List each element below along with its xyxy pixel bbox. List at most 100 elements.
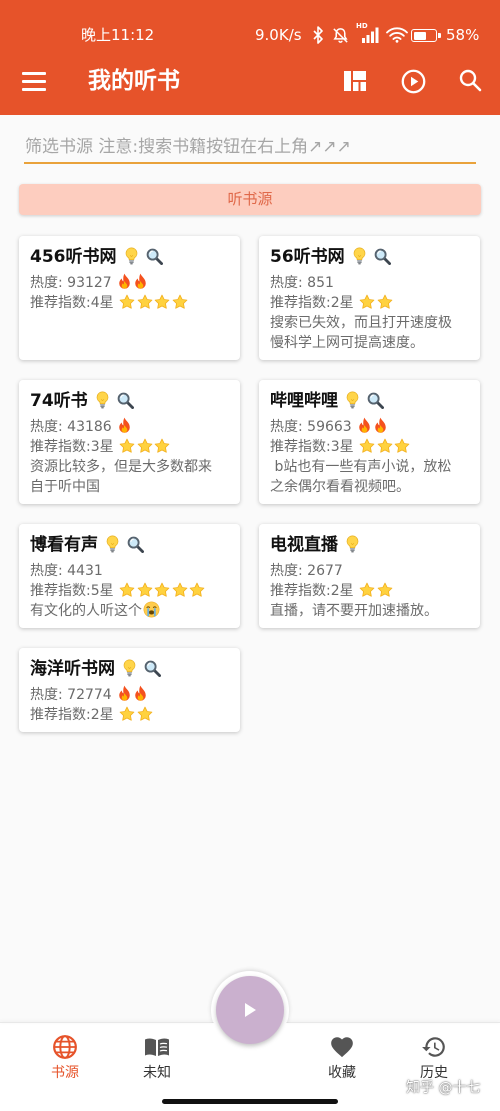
source-name: 博看有声 bbox=[30, 535, 98, 555]
source-name: 456听书网 bbox=[30, 247, 117, 267]
star-icon bbox=[154, 294, 170, 310]
source-name: 74听书 bbox=[30, 391, 88, 411]
lightbulb-icon bbox=[345, 535, 360, 553]
fire-icon bbox=[373, 417, 388, 434]
star-icon bbox=[119, 294, 135, 310]
source-rating: 推荐指数:2星 bbox=[30, 705, 220, 725]
heat-value: 热度: 43186 bbox=[30, 419, 112, 435]
source-title-row: 海洋听书网 bbox=[30, 657, 220, 681]
star-icon bbox=[394, 438, 410, 454]
magnifier-icon bbox=[146, 248, 163, 265]
source-rating: 推荐指数:4星 bbox=[30, 293, 220, 313]
play-circle-icon[interactable] bbox=[400, 68, 426, 94]
history-icon bbox=[421, 1034, 447, 1060]
star-icon bbox=[172, 582, 188, 598]
nav-label: 书源 bbox=[51, 1065, 79, 1081]
star-icon bbox=[359, 582, 375, 598]
home-indicator[interactable] bbox=[162, 1099, 338, 1104]
fire-icon bbox=[117, 273, 132, 290]
source-card[interactable]: 哔哩哔哩 热度: 59663 推荐指数:3星 b站也有一些有声小说，放松之余偶尔看看… bbox=[259, 380, 480, 504]
heat-fire-marks bbox=[356, 417, 388, 437]
nav-item-favorites[interactable]: 收藏 bbox=[302, 1034, 382, 1086]
battery-icon bbox=[411, 29, 437, 42]
source-heat: 热度: 851 bbox=[270, 273, 460, 293]
source-heat: 热度: 2677 bbox=[270, 561, 460, 581]
source-title-row: 博看有声 bbox=[30, 533, 220, 557]
source-name: 56听书网 bbox=[270, 247, 345, 267]
star-icon bbox=[119, 438, 135, 454]
magnifier-icon bbox=[117, 392, 134, 409]
heat-value: 热度: 2677 bbox=[270, 563, 343, 579]
globe-icon bbox=[52, 1034, 78, 1060]
source-name: 电视直播 bbox=[270, 535, 338, 555]
heat-value: 热度: 59663 bbox=[270, 419, 352, 435]
source-heat: 热度: 4431 bbox=[30, 561, 220, 581]
source-title-row: 哔哩哔哩 bbox=[270, 389, 460, 413]
source-description: 直播，请不要开加速播放。 bbox=[270, 601, 460, 621]
star-icon bbox=[154, 438, 170, 454]
star-icon bbox=[377, 294, 393, 310]
source-card[interactable]: 电视直播热度: 2677 推荐指数:2星直播，请不要开加速播放。 bbox=[259, 524, 480, 628]
fire-icon bbox=[357, 417, 372, 434]
rating-value: 推荐指数:4星 bbox=[30, 295, 114, 311]
play-button[interactable] bbox=[216, 976, 284, 1044]
magnifier-icon bbox=[144, 660, 161, 677]
star-icon bbox=[137, 706, 153, 722]
source-description: 有文化的人听这个 bbox=[30, 601, 220, 621]
nav-item-unknown[interactable]: 未知 bbox=[117, 1034, 197, 1086]
source-title-row: 56听书网 bbox=[270, 245, 460, 269]
rating-stars bbox=[358, 437, 411, 457]
heart-icon bbox=[329, 1034, 355, 1060]
lightbulb-icon bbox=[352, 247, 367, 265]
lightbulb-icon bbox=[124, 247, 139, 265]
listen-source-button[interactable]: 听书源 bbox=[19, 184, 481, 215]
source-title-row: 456听书网 bbox=[30, 245, 220, 269]
nav-label: 收藏 bbox=[328, 1065, 356, 1081]
source-card[interactable]: 海洋听书网 热度: 72774 推荐指数:2星 bbox=[19, 648, 240, 732]
source-filter-input[interactable] bbox=[24, 132, 476, 164]
search-icon[interactable] bbox=[457, 67, 483, 93]
rating-value: 推荐指数:3星 bbox=[30, 439, 114, 455]
source-card[interactable]: 456听书网热度: 93127 推荐指数:4星 bbox=[19, 236, 240, 360]
source-heat: 热度: 59663 bbox=[270, 417, 460, 437]
star-icon bbox=[189, 582, 205, 598]
magnifier-icon bbox=[367, 392, 384, 409]
rating-stars bbox=[118, 581, 206, 601]
star-icon bbox=[377, 438, 393, 454]
star-icon bbox=[137, 294, 153, 310]
heat-fire-marks bbox=[116, 685, 148, 705]
star-icon bbox=[172, 294, 188, 310]
star-icon bbox=[377, 582, 393, 598]
rating-value: 推荐指数:2星 bbox=[270, 583, 354, 599]
nav-divider bbox=[0, 1022, 214, 1023]
source-card[interactable]: 博看有声热度: 4431 推荐指数:5星有文化的人听这个 bbox=[19, 524, 240, 628]
source-card[interactable]: 74听书 热度: 43186 推荐指数:3星 资源比较多，但是大多数都来自于听中国 bbox=[19, 380, 240, 504]
crying-face-icon bbox=[143, 601, 160, 618]
fire-icon bbox=[133, 685, 148, 702]
heat-value: 热度: 4431 bbox=[30, 563, 103, 579]
fire-icon bbox=[133, 273, 148, 290]
rating-stars bbox=[358, 581, 393, 601]
star-icon bbox=[119, 582, 135, 598]
nav-label: 未知 bbox=[143, 1065, 171, 1081]
source-heat: 热度: 93127 bbox=[30, 273, 220, 293]
rating-value: 推荐指数:5星 bbox=[30, 583, 114, 599]
source-card[interactable]: 56听书网 热度: 851 推荐指数:2星 搜索已失效，而且打开速度极慢科学上网可提高… bbox=[259, 236, 480, 360]
star-icon bbox=[137, 582, 153, 598]
book-icon bbox=[144, 1034, 170, 1060]
lightbulb-icon bbox=[95, 391, 110, 409]
signal-icon bbox=[362, 27, 379, 43]
status-time: 晚上11:12 bbox=[81, 26, 155, 44]
source-name: 哔哩哔哩 bbox=[270, 391, 338, 411]
mute-icon bbox=[333, 28, 348, 43]
source-card-grid: 456听书网热度: 93127 推荐指数:4星 56听书网热度: 851 推荐指数:2… bbox=[19, 236, 480, 732]
magnifier-icon bbox=[374, 248, 391, 265]
source-rating: 推荐指数:5星 bbox=[30, 581, 220, 601]
rating-stars bbox=[118, 293, 188, 313]
layout-icon[interactable] bbox=[342, 68, 368, 94]
nav-item-sources[interactable]: 书源 bbox=[25, 1034, 105, 1086]
menu-icon[interactable] bbox=[22, 71, 46, 91]
heat-value: 热度: 851 bbox=[270, 275, 334, 291]
app-header bbox=[0, 0, 500, 115]
rating-value: 推荐指数:3星 bbox=[270, 439, 354, 455]
